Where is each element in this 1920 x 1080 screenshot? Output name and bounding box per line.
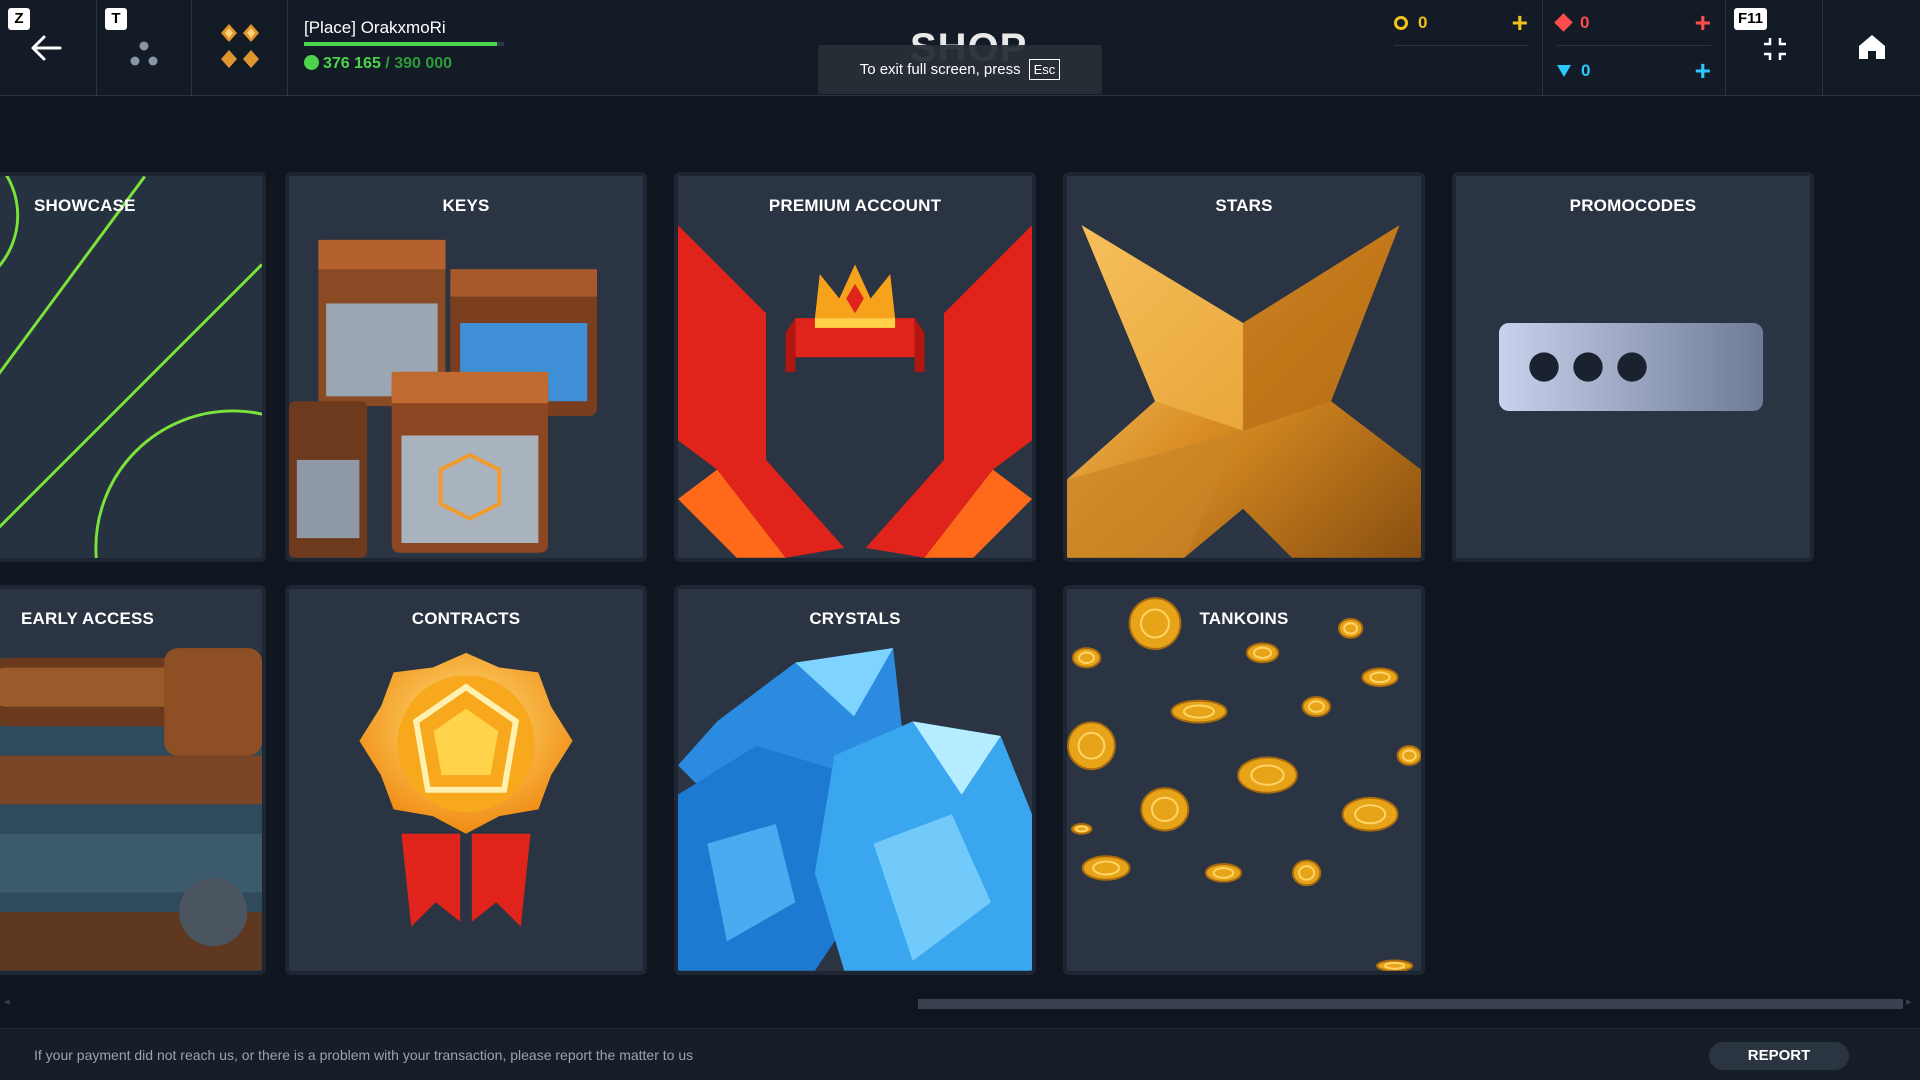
top-bar: Z T [Place] OrakxmoRi 376 165 / 390 000 … xyxy=(0,0,1920,96)
payment-issue-notice: If your payment did not reach us, or the… xyxy=(34,1047,694,1063)
coin-icon xyxy=(1376,959,1414,971)
fullscreen-hotkey: F11 xyxy=(1734,8,1768,30)
card-title-crystals: CRYSTALS xyxy=(809,609,901,628)
promocodes-art xyxy=(1456,176,1810,558)
back-arrow-icon xyxy=(31,35,62,61)
coin-icon xyxy=(1291,859,1322,887)
rank-badge[interactable] xyxy=(192,0,288,96)
card-title-promocodes: PROMOCODES xyxy=(1569,196,1697,215)
esc-key: Esc xyxy=(1028,59,1061,80)
card-crystals[interactable]: CRYSTALS xyxy=(674,585,1036,975)
ruby-icon xyxy=(1554,13,1573,32)
keys-art xyxy=(289,176,643,558)
card-title-tankoins: TANKOINS xyxy=(1199,609,1289,628)
coin-icon xyxy=(1067,721,1116,771)
early-access-art xyxy=(0,589,262,971)
friends-button[interactable]: T xyxy=(97,0,192,96)
card-title-stars: STARS xyxy=(1215,196,1273,215)
shop-categories: SHOWCASE KEYS PREMIUM ACCOUNT STARS PROM… xyxy=(0,96,1920,996)
coin-icon xyxy=(1361,667,1399,688)
card-promocodes[interactable]: PROMOCODES xyxy=(1452,172,1814,562)
fullscreen-notice: To exit full screen, press Esc xyxy=(818,45,1102,94)
home-icon xyxy=(1859,35,1885,59)
add-crystals-plus-icon[interactable]: + xyxy=(1695,57,1711,85)
coin-icon xyxy=(1081,855,1131,881)
premium-art xyxy=(678,176,1032,558)
coin-icon xyxy=(1396,745,1421,766)
card-keys[interactable]: KEYS xyxy=(285,172,647,562)
showcase-art xyxy=(0,176,262,558)
card-tankoins[interactable]: TANKOINS xyxy=(1063,585,1425,975)
add-rubies-plus-icon[interactable]: + xyxy=(1695,8,1711,37)
add-coins-plus-icon[interactable]: + xyxy=(1512,8,1528,37)
coin-icon xyxy=(1245,642,1280,664)
coin-icon xyxy=(1301,696,1332,718)
friends-icon xyxy=(130,41,158,66)
card-early-access[interactable]: EARLY ACCESS xyxy=(0,585,266,975)
card-title-early-access: EARLY ACCESS xyxy=(21,609,155,628)
back-hotkey: Z xyxy=(8,8,30,30)
scroll-left-arrow-icon[interactable]: ◂ xyxy=(4,995,10,1008)
footer: If your payment did not reach us, or the… xyxy=(0,1028,1920,1080)
xp-progress-bar xyxy=(304,42,504,46)
fullscreen-notice-text: To exit full screen, press xyxy=(859,61,1021,78)
coin-icon xyxy=(1070,823,1093,835)
coin-icon xyxy=(1071,647,1102,669)
xp-readout: 376 165 / 390 000 xyxy=(304,55,452,73)
horizontal-scrollbar[interactable]: ◂ ▸ xyxy=(0,995,1920,1011)
coin-icon xyxy=(1394,15,1408,30)
card-title-keys: KEYS xyxy=(442,196,490,215)
card-stars[interactable]: STARS xyxy=(1063,172,1425,562)
coin-icon xyxy=(1204,863,1243,883)
xp-max: / 390 000 xyxy=(385,55,453,72)
rank-icon xyxy=(221,24,259,68)
stars-art xyxy=(1067,176,1421,558)
xp-icon xyxy=(304,55,319,70)
coin-balance-block: 0 + xyxy=(1380,0,1543,96)
crystal-balance: 0 + xyxy=(1557,48,1711,94)
player-name: [Place] OrakxmoRi xyxy=(304,18,446,37)
scrollbar-thumb[interactable] xyxy=(918,999,1903,1009)
crystals-art xyxy=(678,589,1032,971)
scroll-right-arrow-icon[interactable]: ▸ xyxy=(1906,995,1912,1008)
report-button[interactable]: REPORT xyxy=(1709,1042,1849,1070)
home-button[interactable] xyxy=(1823,0,1920,96)
back-button[interactable]: Z xyxy=(0,0,97,96)
coin-icon xyxy=(1140,787,1190,832)
contracts-art xyxy=(289,589,643,971)
exit-fullscreen-button[interactable]: F11 xyxy=(1726,0,1823,96)
card-showcase[interactable]: SHOWCASE xyxy=(0,172,266,562)
crystal-icon xyxy=(1557,65,1571,77)
card-premium-account[interactable]: PREMIUM ACCOUNT xyxy=(674,172,1036,562)
coin-icon xyxy=(1341,796,1399,832)
friends-hotkey: T xyxy=(105,8,127,30)
xp-progress-fill xyxy=(304,42,497,46)
card-title-contracts: CONTRACTS xyxy=(411,609,521,628)
exit-fullscreen-icon xyxy=(1764,38,1786,60)
card-title-premium-account: PREMIUM ACCOUNT xyxy=(768,196,942,215)
xp-current: 376 165 xyxy=(323,55,381,72)
ruby-balance: 0 + xyxy=(1554,0,1711,46)
coin-balance: 0 + xyxy=(1394,0,1528,46)
card-title-showcase: SHOWCASE xyxy=(34,196,136,215)
card-contracts[interactable]: CONTRACTS xyxy=(285,585,647,975)
tankoins-art xyxy=(1067,589,1421,971)
coin-icon xyxy=(1170,699,1228,724)
crystal-value: 0 xyxy=(1581,61,1591,80)
premium-currency-block: 0 + 0 + xyxy=(1543,0,1726,96)
coin-value: 0 xyxy=(1418,12,1428,32)
coin-icon xyxy=(1237,756,1298,794)
ruby-value: 0 xyxy=(1580,12,1590,32)
